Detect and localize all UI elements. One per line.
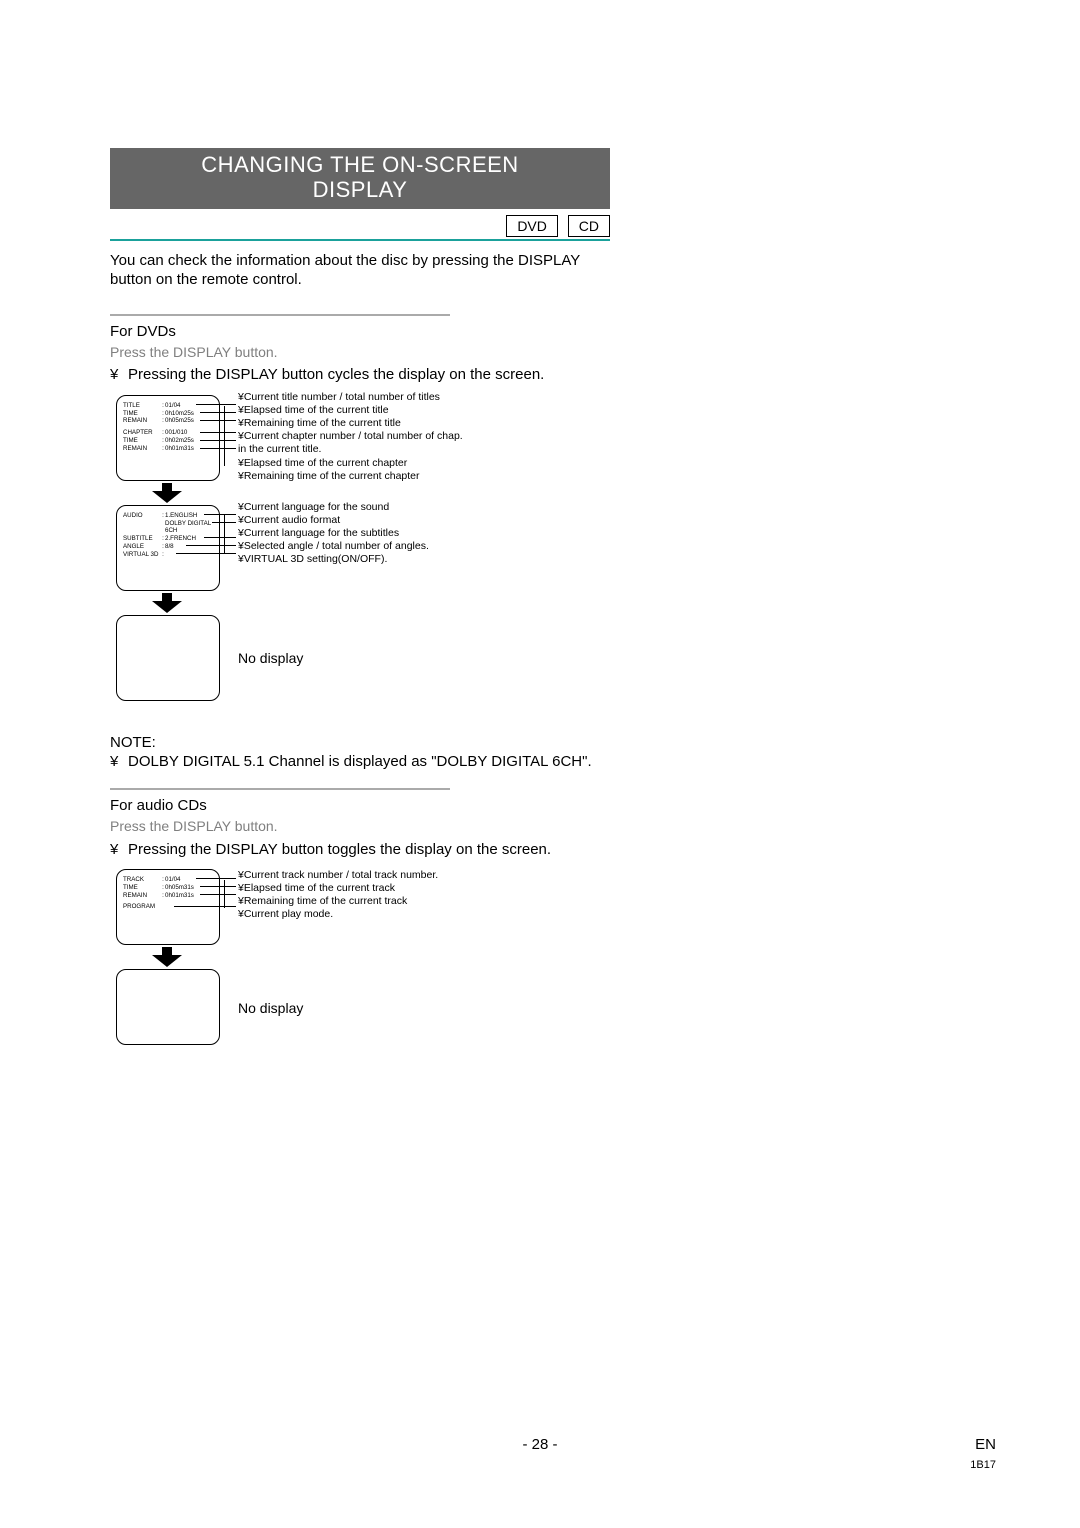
no-display-label: No display (238, 649, 303, 667)
cd-diagram: TRACK:01/04 TIME:0h05m31s REMAIN:0h01m31… (116, 865, 610, 1065)
annotation: ¥Current language for the sound (238, 501, 389, 514)
title-line-2: DISPLAY (313, 177, 408, 202)
page-code: 1B17 (970, 1458, 996, 1472)
osd-box-2: AUDIO:1.ENGLISH DOLBY DIGITAL 6CH SUBTIT… (116, 505, 220, 591)
section-title: CHANGING THE ON-SCREEN DISPLAY (110, 148, 610, 209)
dvd-instruction: Press the DISPLAY button. (110, 343, 610, 361)
annotation: ¥Remaining time of the current track (238, 895, 407, 908)
note-heading: NOTE: (110, 733, 610, 753)
no-display-label: No display (238, 999, 303, 1017)
divider-grey (110, 314, 450, 316)
annotation: ¥Current language for the subtitles (238, 527, 399, 540)
dvd-heading: For DVDs (110, 322, 610, 342)
annotation: ¥VIRTUAL 3D setting(ON/OFF). (238, 553, 387, 566)
annotation: ¥Selected angle / total number of angles… (238, 540, 429, 553)
annotation: ¥Remaining time of the current chapter (238, 470, 420, 483)
page-number: - 28 - (0, 1435, 1080, 1455)
annotation: ¥Elapsed time of the current chapter (238, 457, 407, 470)
annotation: ¥Elapsed time of the current track (238, 882, 395, 895)
bullet-mark: ¥ (110, 365, 128, 385)
annotation: ¥Remaining time of the current title (238, 417, 401, 430)
note-bullet: ¥ DOLBY DIGITAL 5.1 Channel is displayed… (110, 752, 610, 772)
osd-box-1: TITLE:01/04 TIME:0h10m25s REMAIN:0h05m25… (116, 395, 220, 481)
annotation: ¥Current play mode. (238, 908, 333, 921)
page-lang: EN (975, 1435, 996, 1455)
bullet-text: Pressing the DISPLAY button cycles the d… (128, 365, 610, 385)
dvd-bullet: ¥ Pressing the DISPLAY button cycles the… (110, 365, 610, 385)
osd-box-cd-empty (116, 969, 220, 1045)
title-line-1: CHANGING THE ON-SCREEN (201, 152, 518, 177)
bullet-mark: ¥ (110, 840, 128, 860)
divider-teal (110, 239, 610, 241)
annotation: ¥Current chapter number / total number o… (238, 430, 468, 456)
cd-bullet: ¥ Pressing the DISPLAY button toggles th… (110, 840, 610, 860)
osd-box-empty (116, 615, 220, 701)
badge-cd: CD (568, 215, 610, 237)
cd-instruction: Press the DISPLAY button. (110, 817, 610, 835)
divider-grey (110, 788, 450, 790)
dvd-diagram: TITLE:01/04 TIME:0h10m25s REMAIN:0h05m25… (116, 391, 610, 721)
cd-heading: For audio CDs (110, 796, 610, 816)
badge-dvd: DVD (506, 215, 558, 237)
note-text: DOLBY DIGITAL 5.1 Channel is displayed a… (128, 752, 610, 772)
manual-page: CHANGING THE ON-SCREEN DISPLAY DVD CD Yo… (0, 0, 1080, 1528)
arrow-down-icon (152, 483, 182, 503)
osd-box-cd: TRACK:01/04 TIME:0h05m31s REMAIN:0h01m31… (116, 869, 220, 945)
annotation: ¥Current track number / total track numb… (238, 869, 438, 882)
annotation: ¥Current title number / total number of … (238, 391, 440, 404)
arrow-down-icon (152, 947, 182, 967)
annotation: ¥Elapsed time of the current title (238, 404, 389, 417)
bullet-text: Pressing the DISPLAY button toggles the … (128, 840, 610, 860)
media-badges: DVD CD (110, 215, 610, 237)
intro-paragraph: You can check the information about the … (110, 251, 610, 290)
annotation: ¥Current audio format (238, 514, 340, 527)
bullet-mark: ¥ (110, 752, 128, 772)
arrow-down-icon (152, 593, 182, 613)
note-block: NOTE: ¥ DOLBY DIGITAL 5.1 Channel is dis… (110, 733, 610, 772)
